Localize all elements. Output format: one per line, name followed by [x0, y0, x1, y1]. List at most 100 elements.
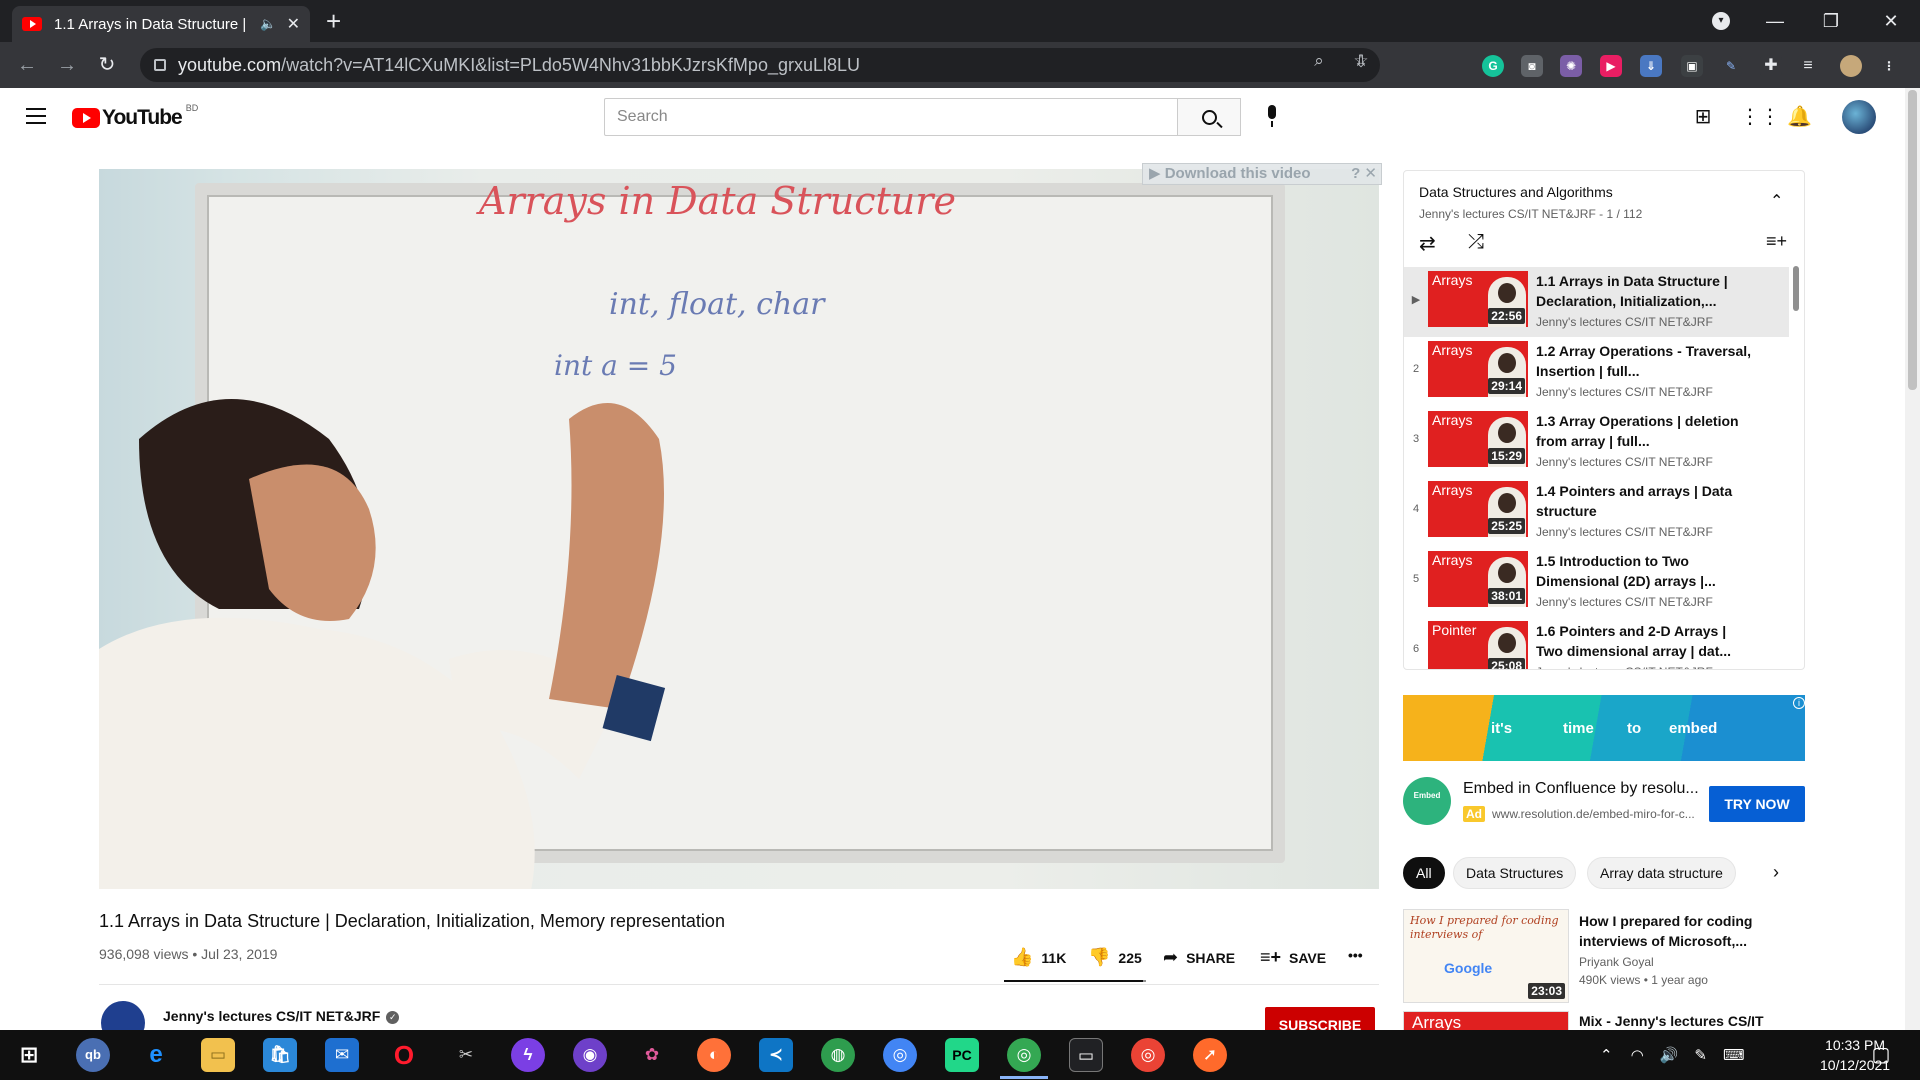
- windows-start-icon[interactable]: ⊞: [12, 1038, 46, 1072]
- vscode-icon[interactable]: ≺: [759, 1038, 793, 1072]
- speaker-icon[interactable]: 🔈: [260, 16, 276, 32]
- search-button[interactable]: [1177, 98, 1241, 136]
- playlist-item-thumbnail[interactable]: Arrays 15:29: [1428, 411, 1528, 467]
- edge-browser-icon[interactable]: e: [139, 1038, 173, 1072]
- reload-icon[interactable]: ↻: [92, 50, 122, 80]
- download-ext-icon[interactable]: ⇓: [1640, 55, 1662, 77]
- tab-search-icon[interactable]: ▾: [1712, 12, 1730, 30]
- chrome-profile-icon[interactable]: ◎: [1131, 1038, 1165, 1072]
- firefox-icon[interactable]: ◐: [697, 1038, 731, 1072]
- playlist-item-thumbnail[interactable]: Arrays 22:56: [1428, 271, 1528, 327]
- recommendation-thumbnail[interactable]: Arrays: [1403, 1011, 1569, 1030]
- globe-app-icon[interactable]: ◍: [821, 1038, 855, 1072]
- chrome-active-icon[interactable]: ◎: [1007, 1038, 1041, 1072]
- forward-icon[interactable]: →: [52, 50, 82, 80]
- youtube-logo[interactable]: YouTube BD: [72, 103, 198, 130]
- chip-array-data-structure[interactable]: Array data structure: [1587, 857, 1736, 889]
- search-input[interactable]: [604, 98, 1178, 136]
- recommendation-item[interactable]: How I prepared for coding interviews of …: [1403, 909, 1805, 1003]
- volume-icon[interactable]: 🔊: [1660, 1046, 1679, 1064]
- messenger-icon[interactable]: ϟ: [511, 1038, 545, 1072]
- camera-icon[interactable]: ◙: [1521, 55, 1543, 77]
- terminal-icon[interactable]: ▭: [1069, 1038, 1103, 1072]
- recommendation-thumbnail[interactable]: How I prepared for coding interviews of …: [1403, 909, 1569, 1003]
- install-icon[interactable]: ⇩: [1350, 51, 1372, 73]
- close-download-icon[interactable]: ? ✕: [1351, 164, 1377, 184]
- share-button[interactable]: ➦ SHARE: [1163, 947, 1235, 968]
- close-window-icon[interactable]: ✕: [1868, 6, 1914, 36]
- hamburger-menu-icon[interactable]: [26, 108, 46, 124]
- restore-icon[interactable]: ❐: [1808, 6, 1854, 36]
- chip-all[interactable]: All: [1403, 857, 1445, 889]
- download-video-bar[interactable]: ▶ Download this video ? ✕: [1142, 163, 1382, 185]
- qb-app-icon[interactable]: qb: [76, 1038, 110, 1072]
- playlist-item[interactable]: 5 Arrays 38:01 1.5 Introduction to Two Dime…: [1404, 547, 1789, 617]
- recommendation-channel[interactable]: Priyank Goyal: [1579, 955, 1654, 969]
- more-menu-icon[interactable]: ⋮: [1878, 55, 1900, 77]
- show-hidden-icon[interactable]: ⌃: [1600, 1046, 1613, 1064]
- store-icon[interactable]: 🛍: [263, 1038, 297, 1072]
- playlist-item[interactable]: 6 Pointer 25:08 1.6 Pointers and 2-D Arrays…: [1404, 617, 1789, 669]
- more-actions-button[interactable]: •••: [1348, 947, 1363, 963]
- apps-grid-icon[interactable]: ⋮⋮: [1740, 105, 1780, 129]
- github-desktop-icon[interactable]: ◉: [573, 1038, 607, 1072]
- notification-center-icon[interactable]: ▢: [1864, 1038, 1898, 1072]
- playlist-item[interactable]: 2 Arrays 29:14 1.2 Array Operations - Trave…: [1404, 337, 1789, 407]
- create-video-icon[interactable]: ⊞: [1691, 105, 1715, 129]
- pen-icon[interactable]: ✎: [1694, 1046, 1707, 1064]
- reading-list-icon[interactable]: ≡: [1797, 55, 1819, 77]
- postman-icon[interactable]: ➚: [1193, 1038, 1227, 1072]
- chip-next-chevron-icon[interactable]: ›: [1773, 862, 1779, 883]
- paint-icon[interactable]: ✿: [635, 1038, 669, 1072]
- playlist-title[interactable]: Data Structures and Algorithms: [1419, 184, 1613, 200]
- mail-icon[interactable]: ✉: [325, 1038, 359, 1072]
- account-avatar[interactable]: [1842, 100, 1876, 134]
- chrome-icon[interactable]: ◎: [883, 1038, 917, 1072]
- playlist-item[interactable]: ▶ Arrays 22:56 1.1 Arrays in Data Structure…: [1404, 267, 1789, 337]
- minimize-icon[interactable]: —: [1752, 6, 1798, 36]
- ad-banner[interactable]: it's time to embed: [1403, 695, 1805, 761]
- back-icon[interactable]: ←: [12, 50, 42, 80]
- playlist-item-thumbnail[interactable]: Pointer 25:08: [1428, 621, 1528, 669]
- extension-icon[interactable]: ✺: [1560, 55, 1582, 77]
- play-ext-icon[interactable]: ▶: [1600, 55, 1622, 77]
- new-tab-button[interactable]: +: [326, 8, 341, 34]
- opera-browser-icon[interactable]: O: [387, 1038, 421, 1072]
- file-explorer-icon[interactable]: ▭: [201, 1038, 235, 1072]
- page-scrollbar[interactable]: [1905, 88, 1920, 1030]
- pycharm-icon[interactable]: PC: [945, 1038, 979, 1072]
- close-tab-icon[interactable]: ✕: [287, 14, 300, 34]
- pen-ext-icon[interactable]: ✎: [1720, 55, 1742, 77]
- like-button[interactable]: 👍 11K: [1011, 947, 1066, 968]
- profile-avatar-icon[interactable]: [1840, 55, 1862, 77]
- channel-name[interactable]: Jenny's lectures CS/IT NET&JRF ✓: [163, 1008, 400, 1024]
- zoom-icon[interactable]: ⌕: [1308, 50, 1330, 72]
- ad-title[interactable]: Embed in Confluence by resolu...: [1463, 780, 1703, 798]
- recommendation-item[interactable]: Arrays Mix - Jenny's lectures CS/IT: [1403, 1011, 1805, 1030]
- snipping-tool-icon[interactable]: ✂: [449, 1038, 483, 1072]
- puzzle-icon[interactable]: ✚: [1760, 55, 1782, 77]
- playlist-item[interactable]: 4 Arrays 25:25 1.4 Pointers and arrays | Da…: [1404, 477, 1789, 547]
- playlist-item-thumbnail[interactable]: Arrays 38:01: [1428, 551, 1528, 607]
- collapse-chevron-icon[interactable]: ⌃: [1770, 191, 1783, 211]
- dislike-button[interactable]: 👎 225: [1088, 947, 1142, 968]
- screen-ext-icon[interactable]: ▣: [1681, 55, 1703, 77]
- page-scrollbar-thumb[interactable]: [1908, 90, 1917, 390]
- browser-tab[interactable]: 1.1 Arrays in Data Structure | 🔈 ✕: [12, 6, 310, 42]
- wifi-icon[interactable]: ◠: [1631, 1046, 1644, 1064]
- ad-logo[interactable]: Embed: [1403, 777, 1451, 825]
- keyboard-icon[interactable]: ⌨: [1723, 1046, 1745, 1064]
- playlist-scrollbar[interactable]: [1793, 266, 1799, 311]
- save-button[interactable]: ≡+ SAVE: [1260, 947, 1326, 968]
- playlist-item-thumbnail[interactable]: Arrays 25:25: [1428, 481, 1528, 537]
- playlist-item[interactable]: 3 Arrays 15:29 1.3 Array Operations | delet…: [1404, 407, 1789, 477]
- video-player[interactable]: Arrays in Data Structure int, float, cha…: [99, 169, 1379, 889]
- address-bar[interactable]: youtube.com/watch?v=AT14lCXuMKI&list=PLd…: [140, 48, 1380, 82]
- playlist-item-thumbnail[interactable]: Arrays 29:14: [1428, 341, 1528, 397]
- notifications-bell-icon[interactable]: 🔔: [1787, 105, 1812, 129]
- loop-icon[interactable]: ⇄: [1419, 231, 1436, 256]
- playlist-add-icon[interactable]: ≡+: [1766, 231, 1787, 252]
- try-now-button[interactable]: TRY NOW: [1709, 786, 1805, 822]
- voice-search-button[interactable]: [1258, 103, 1286, 131]
- chip-data-structures[interactable]: Data Structures: [1453, 857, 1577, 889]
